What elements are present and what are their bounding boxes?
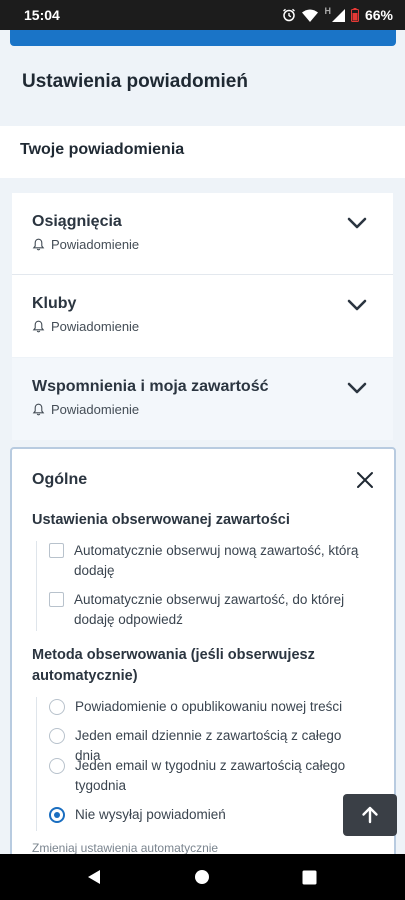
option-label: Automatycznie obserwuj zawartość, do któ… — [74, 592, 345, 627]
status-time: 15:04 — [24, 7, 60, 23]
home-circle-icon — [195, 870, 209, 884]
general-settings-panel: Ogólne Ustawienia obserwowanej zawartośc… — [10, 447, 396, 867]
auto-follow-replied-content-checkbox[interactable]: Automatycznie obserwuj zawartość, do któ… — [49, 590, 369, 630]
accordion-clubs[interactable]: Kluby Powiadomienie — [12, 275, 393, 357]
nav-back-button[interactable] — [64, 854, 124, 900]
radio-circle[interactable] — [49, 699, 65, 715]
close-icon[interactable] — [354, 469, 376, 491]
arrow-up-icon — [362, 806, 378, 824]
followed-content-title: Ustawienia obserwowanej zawartości — [32, 512, 290, 528]
top-action-button[interactable] — [10, 30, 396, 46]
accordion-memories[interactable]: Wspomnienia i moja zawartość Powiadomien… — [12, 358, 393, 440]
alarm-icon — [283, 8, 296, 22]
nav-home-button[interactable] — [172, 854, 232, 900]
accordion-subtitle: Powiadomienie — [32, 402, 139, 417]
method-instant-radio[interactable]: Powiadomienie o opublikowaniu nowej treś… — [49, 697, 369, 717]
status-bar: 15:04 H 66% — [0, 0, 405, 30]
followed-content-options: Automatycznie obserwuj nową zawartość, k… — [36, 541, 376, 631]
accordion-subtitle: Powiadomienie — [32, 237, 139, 252]
checkbox-box[interactable] — [49, 592, 64, 607]
option-label: Jeden email w tygodniu z zawartością cał… — [75, 758, 346, 793]
section-header: Twoje powiadomienia — [0, 126, 405, 178]
status-icons: H 66% — [282, 6, 393, 23]
nav-recents-button[interactable] — [279, 854, 339, 900]
battery-icon — [350, 8, 359, 22]
page-title: Ustawienia powiadomień — [22, 71, 248, 92]
radio-circle[interactable] — [49, 728, 65, 744]
option-label: Automatycznie obserwuj nową zawartość, k… — [74, 543, 359, 578]
follow-method-options: Powiadomienie o opublikowaniu nowej treś… — [36, 697, 376, 831]
accordion-title: Wspomnienia i moja zawartość — [32, 378, 269, 395]
option-label: Powiadomienie o opublikowaniu nowej treś… — [75, 699, 343, 714]
method-weekly-radio[interactable]: Jeden email w tygodniu z zawartością cał… — [49, 756, 369, 796]
accordion-title: Kluby — [32, 295, 77, 312]
section-title: Twoje powiadomienia — [20, 141, 185, 158]
auto-follow-new-content-checkbox[interactable]: Automatycznie obserwuj nową zawartość, k… — [49, 541, 369, 581]
panel-title: Ogólne — [32, 471, 88, 488]
accordion-subtitle-label: Powiadomienie — [51, 319, 140, 334]
accordion-subtitle-label: Powiadomienie — [51, 237, 140, 252]
checkbox-box[interactable] — [49, 543, 64, 558]
wifi-icon — [302, 9, 319, 22]
accordion-title: Osiągnięcia — [32, 213, 122, 230]
accordion-subtitle: Powiadomienie — [32, 319, 139, 334]
option-label: Nie wysyłaj powiadomień — [75, 807, 226, 822]
method-none-radio[interactable]: Nie wysyłaj powiadomień — [49, 805, 369, 825]
radio-circle-selected[interactable] — [49, 807, 65, 823]
follow-method-title: Metoda obserwowania (jeśli obserwujesz a… — [32, 647, 315, 684]
cut-off-text: Zmieniaj ustawienia automatycznie — [32, 841, 219, 855]
back-triangle-icon — [88, 870, 100, 884]
recents-square-icon — [302, 870, 316, 884]
chevron-down-icon[interactable] — [345, 213, 369, 233]
scroll-to-top-button[interactable] — [343, 794, 397, 836]
bell-icon — [32, 238, 45, 251]
signal-icon — [331, 8, 345, 22]
accordion-subtitle-label: Powiadomienie — [51, 402, 140, 417]
radio-circle[interactable] — [49, 758, 65, 774]
battery-percent: 66% — [364, 7, 393, 23]
bell-icon — [32, 320, 45, 333]
system-nav-bar — [0, 854, 405, 900]
network-type-label: H — [324, 6, 331, 16]
chevron-down-icon[interactable] — [345, 295, 369, 315]
bell-icon — [32, 403, 45, 416]
accordion-achievements[interactable]: Osiągnięcia Powiadomienie — [12, 193, 393, 274]
page-header: Ustawienia powiadomień — [0, 46, 405, 126]
chevron-down-icon[interactable] — [345, 378, 369, 398]
